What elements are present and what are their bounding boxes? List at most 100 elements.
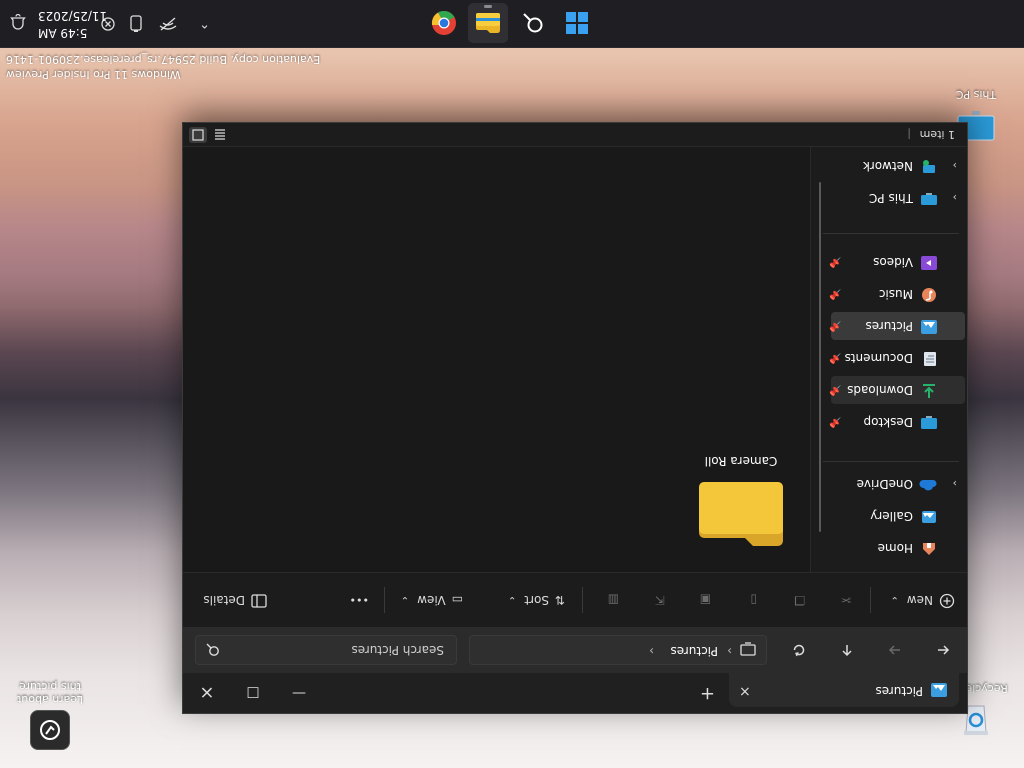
chrome-icon — [431, 10, 456, 35]
desktop-icon-learn-about-picture[interactable]: Learn about this picture — [10, 680, 90, 750]
taskbar-search-button[interactable] — [513, 3, 553, 43]
system-tray: ⌃ — [101, 0, 210, 47]
arrow-up-icon — [842, 645, 852, 657]
view-label: View — [417, 593, 446, 607]
refresh-button[interactable] — [785, 637, 813, 663]
rename-button[interactable]: ▣ — [700, 587, 711, 613]
chevron-right-icon[interactable]: › — [649, 644, 654, 658]
nav-label: Documents — [844, 351, 913, 365]
file-list: Camera Roll — [183, 147, 810, 572]
rename-icon: ▣ — [699, 593, 711, 607]
nav-item-gallery[interactable]: Gallery — [811, 502, 967, 530]
videos-folder-icon — [921, 254, 937, 271]
close-window-button[interactable]: × — [184, 673, 230, 713]
desktop-icon-label: This PC — [955, 88, 997, 101]
chevron-right-icon[interactable]: › — [953, 192, 957, 205]
network-icon[interactable] — [159, 14, 177, 33]
nav-item-desktop[interactable]: Desktop 📌 — [811, 408, 967, 436]
gallery-icon — [921, 507, 937, 526]
nav-item-network[interactable]: › Network — [811, 152, 967, 180]
battery-icon[interactable] — [129, 13, 143, 34]
windows-start-icon — [566, 12, 588, 34]
taskbar-clock[interactable]: 5:49 AM 11/25/2023 — [38, 7, 107, 41]
paste-button[interactable]: ▯ — [750, 587, 757, 613]
status-bar: 1 item | — [183, 122, 967, 147]
list-view-icon — [215, 129, 225, 140]
details-pane-button[interactable]: Details — [203, 587, 267, 613]
chevron-down-icon: ⌄ — [507, 594, 517, 606]
maximize-button[interactable]: □ — [230, 673, 276, 713]
nav-item-downloads[interactable]: Downloads 📌 — [829, 376, 965, 404]
minimize-button[interactable]: — — [276, 673, 322, 713]
copy-button[interactable]: ❐ — [794, 587, 805, 613]
nav-label: OneDrive — [856, 477, 913, 491]
back-button[interactable] — [929, 637, 957, 663]
nav-label: This PC — [869, 191, 913, 205]
nav-item-pictures[interactable]: Pictures 📌 — [829, 312, 965, 340]
nav-label: Desktop — [863, 415, 914, 429]
nav-label: Home — [877, 541, 913, 555]
see-more-button[interactable]: ••• — [350, 587, 369, 613]
new-label: New — [906, 593, 933, 607]
search-icon — [523, 13, 543, 33]
nav-item-this-pc[interactable]: › This PC — [811, 184, 967, 212]
documents-folder-icon — [923, 349, 937, 368]
new-button[interactable]: New ⌄ — [890, 587, 955, 613]
clock-date: 11/25/2023 — [38, 9, 108, 23]
taskbar-file-explorer-button[interactable] — [468, 3, 508, 43]
view-button[interactable]: ▭ View ⌄ — [401, 587, 463, 613]
details-pane-icon — [251, 592, 267, 609]
taskbar-start-button[interactable] — [557, 3, 597, 43]
nav-scrollbar[interactable] — [819, 182, 821, 532]
search-placeholder: Search Pictures — [351, 643, 444, 657]
address-bar[interactable]: › Pictures › — [469, 635, 767, 665]
sort-button[interactable]: ⇅ Sort ⌄ — [508, 587, 565, 613]
chevron-down-icon: ⌄ — [400, 594, 410, 606]
nav-item-music[interactable]: Music 📌 — [811, 280, 967, 308]
nav-item-videos[interactable]: Videos 📌 — [811, 248, 967, 276]
chevron-up-icon[interactable]: ⌃ — [199, 16, 210, 31]
scissors-icon: ✂ — [840, 593, 851, 607]
pin-icon: 📌 — [829, 256, 842, 268]
monitor-icon — [740, 638, 756, 657]
nav-item-home[interactable]: Home — [811, 534, 967, 562]
folder-item[interactable]: Camera Roll — [698, 454, 784, 548]
search-box[interactable]: Search Pictures — [195, 635, 457, 665]
nav-item-onedrive[interactable]: › OneDrive — [811, 470, 967, 498]
new-tab-button[interactable]: + — [700, 683, 715, 704]
chevron-down-icon: ⌄ — [890, 594, 899, 606]
arrow-right-icon — [888, 645, 900, 655]
desktop-icon-label: Learn about this picture — [17, 680, 83, 706]
plus-circle-icon — [939, 591, 955, 610]
tab-pictures[interactable]: Pictures × — [729, 673, 959, 707]
share-button[interactable]: ⇱ — [655, 587, 665, 613]
downloads-folder-icon — [921, 381, 937, 400]
tiles-view-button[interactable] — [189, 127, 207, 143]
nav-label: Music — [878, 287, 913, 301]
breadcrumb-pictures[interactable]: Pictures — [670, 644, 718, 658]
file-explorer-icon — [476, 13, 500, 33]
clock-time: 5:49 AM — [38, 26, 88, 40]
taskbar-chrome-button[interactable] — [424, 3, 464, 43]
cut-button[interactable]: ✂ — [841, 587, 851, 613]
pin-icon: 📌 — [829, 416, 842, 428]
nav-label: Gallery — [870, 509, 913, 523]
details-view-button[interactable] — [211, 127, 229, 143]
up-button[interactable] — [833, 637, 861, 663]
chevron-right-icon: › — [727, 644, 732, 658]
tab-close-button[interactable]: × — [739, 683, 751, 699]
pin-icon: 📌 — [829, 384, 842, 396]
pin-icon: 📌 — [829, 352, 842, 364]
forward-button[interactable] — [881, 637, 909, 663]
delete-button[interactable]: ▥ — [608, 587, 619, 613]
chevron-right-icon[interactable]: › — [953, 160, 957, 173]
chevron-right-icon[interactable]: › — [953, 478, 957, 491]
nav-label: Network — [862, 159, 913, 173]
share-icon: ⇱ — [654, 593, 665, 607]
pin-icon: 📌 — [829, 320, 842, 332]
network-icon — [921, 157, 937, 176]
nav-item-documents[interactable]: Documents 📌 — [811, 344, 967, 372]
screen: Recycle Bin This PC Learn about this pic… — [0, 0, 1024, 768]
notification-bell-icon[interactable] — [10, 10, 26, 32]
music-folder-icon — [921, 285, 937, 304]
